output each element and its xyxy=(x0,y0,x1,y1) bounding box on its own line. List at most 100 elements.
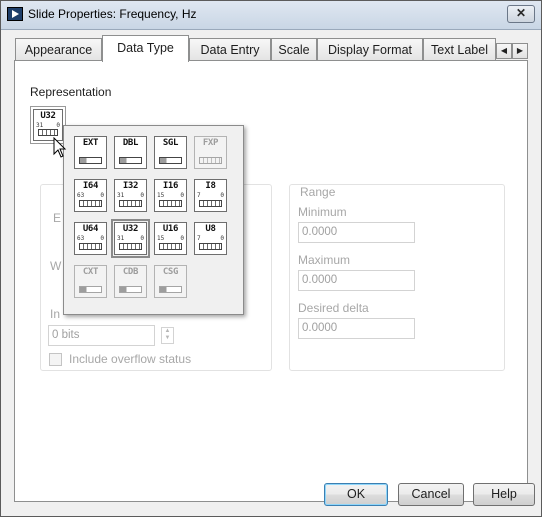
maximum-field[interactable]: 0.0000 xyxy=(298,270,415,291)
tab-data-entry[interactable]: Data Entry xyxy=(189,38,271,61)
tab-display-format[interactable]: Display Format xyxy=(317,38,423,61)
dialog-window: Slide Properties: Frequency, Hz ✕ Appear… xyxy=(0,0,542,517)
palette-tile-code: I32 xyxy=(122,181,139,191)
palette-tile-bits-low: 0 xyxy=(100,192,104,199)
palette-tile-bits-high: 31 xyxy=(117,192,125,199)
representation-bits: 31 0 xyxy=(36,122,60,129)
palette-tile-code: SGL xyxy=(162,138,179,148)
palette-tile-bits: 70 xyxy=(197,192,224,199)
spinner-icon[interactable]: ▲ ▼ xyxy=(161,327,174,344)
scroll-left-icon[interactable]: ◀ xyxy=(496,43,512,59)
palette-tile-bit-bar xyxy=(79,243,102,250)
palette-cxt-icon[interactable]: CXT xyxy=(74,265,107,298)
tab-data-type[interactable]: Data Type xyxy=(102,35,189,62)
palette-tile-code: FXP xyxy=(202,138,219,148)
palette-tile-bits-high: 15 xyxy=(157,192,165,199)
palette-ext-icon[interactable]: EXT xyxy=(74,136,107,169)
tab-appearance[interactable]: Appearance xyxy=(15,38,102,61)
include-overflow-label: Include overflow status xyxy=(69,352,192,366)
tab-text-labels[interactable]: Text Label xyxy=(423,38,496,61)
palette-tile-bit-bar xyxy=(199,157,222,164)
palette-u64-icon[interactable]: U64 63 0 xyxy=(74,222,107,255)
palette-tile-bits-low: 0 xyxy=(140,235,144,242)
palette-u16-icon[interactable]: U16 15 0 xyxy=(154,222,187,255)
palette-tile-code: U16 xyxy=(162,224,179,234)
palette-tile-bit-bar xyxy=(199,243,222,250)
palette-tile-code: U32 xyxy=(122,224,139,234)
palette-tile-code: EXT xyxy=(82,138,99,148)
palette-tile-bits-low: 0 xyxy=(100,235,104,242)
palette-tile-bit-bar xyxy=(159,157,182,164)
palette-sgl-icon[interactable]: SGL xyxy=(154,136,187,169)
palette-tile-bits-low: 0 xyxy=(140,192,144,199)
desired-delta-field[interactable]: 0.0000 xyxy=(298,318,415,339)
palette-i32-icon[interactable]: I32 31 0 xyxy=(114,179,147,212)
palette-tile-code: U8 xyxy=(205,224,216,234)
palette-tile-bit-bar xyxy=(199,200,222,207)
palette-tile-bits: 31 0 xyxy=(117,192,144,199)
palette-tile-bits-low: 0 xyxy=(220,192,224,199)
palette-tile-code: I64 xyxy=(82,181,99,191)
labview-app-icon xyxy=(7,7,23,21)
palette-tile-bits: 15 0 xyxy=(157,192,184,199)
palette-tile-bits-high: 7 xyxy=(197,235,201,242)
palette-tile-code: CDB xyxy=(122,267,139,277)
palette-tile-bits: 31 0 xyxy=(117,235,144,242)
palette-tile-bits-low: 0 xyxy=(220,235,224,242)
palette-tile-code: CXT xyxy=(82,267,99,277)
palette-tile-bit-bar xyxy=(119,157,142,164)
palette-u8-icon[interactable]: U8 7 0 xyxy=(194,222,227,255)
bits-field[interactable]: 0 bits xyxy=(48,325,155,346)
cancel-button[interactable]: Cancel xyxy=(398,483,464,506)
maximum-label: Maximum xyxy=(298,253,351,267)
palette-i64-icon[interactable]: I64 63 0 xyxy=(74,179,107,212)
representation-bits-high: 31 xyxy=(36,122,44,129)
palette-tile-bits: 15 0 xyxy=(157,235,184,242)
minimum-field[interactable]: 0.0000 xyxy=(298,222,415,243)
representation-bit-bar xyxy=(38,129,58,136)
palette-tile-bits: 63 0 xyxy=(77,235,104,242)
integer-length-label-partial: In xyxy=(50,307,61,321)
palette-tile-code: I16 xyxy=(162,181,179,191)
palette-u32-icon[interactable]: U32 31 0 xyxy=(111,219,150,258)
palette-tile-bit-bar xyxy=(119,286,142,293)
palette-tile-code: U64 xyxy=(82,224,99,234)
palette-dbl-icon[interactable]: DBL xyxy=(114,136,147,169)
palette-tile-bits-high: 15 xyxy=(157,235,165,242)
palette-tile-bit-bar xyxy=(159,243,182,250)
ok-button[interactable]: OK xyxy=(324,483,388,506)
title-bar[interactable]: Slide Properties: Frequency, Hz ✕ xyxy=(1,1,541,30)
palette-i8-icon[interactable]: I8 7 0 xyxy=(194,179,227,212)
palette-fxp-icon[interactable]: FXP xyxy=(194,136,227,169)
palette-i16-icon[interactable]: I16 15 0 xyxy=(154,179,187,212)
palette-tile-bits-high: 63 xyxy=(77,192,85,199)
palette-tile-bit-bar xyxy=(119,200,142,207)
encoding-label-partial: E xyxy=(53,211,62,225)
scroll-right-icon[interactable]: ▶ xyxy=(512,43,528,59)
palette-tile-bit-bar xyxy=(79,200,102,207)
mouse-pointer-icon xyxy=(53,137,67,158)
palette-tile-bits: 63 0 xyxy=(77,192,104,199)
palette-tile-bits: 70 xyxy=(197,235,224,242)
palette-tile-bits-low: 0 xyxy=(180,235,184,242)
tab-scale[interactable]: Scale xyxy=(271,38,317,61)
palette-tile-bits-low: 0 xyxy=(180,192,184,199)
palette-csg-icon[interactable]: CSG xyxy=(154,265,187,298)
minimum-label: Minimum xyxy=(298,205,347,219)
desired-delta-label: Desired delta xyxy=(298,301,369,315)
checkbox-icon[interactable] xyxy=(49,353,62,366)
word-length-label-partial: W xyxy=(50,259,62,273)
palette-tile-bit-bar xyxy=(119,243,142,250)
representation-code: U32 xyxy=(40,111,56,121)
palette-tile-bit-bar xyxy=(79,286,102,293)
help-button[interactable]: Help xyxy=(473,483,535,506)
representation-label: Representation xyxy=(30,85,112,99)
palette-tile-bits-high: 7 xyxy=(197,192,201,199)
close-button[interactable]: ✕ xyxy=(507,5,535,23)
palette-cdb-icon[interactable]: CDB xyxy=(114,265,147,298)
representation-palette: EXT DBL SGL FXP I64 63 0 I32 31 0 I16 15 0 I8 7 0 U64 63 0… xyxy=(63,125,244,315)
palette-tile-code: I8 xyxy=(205,181,216,191)
range-title: Range xyxy=(298,185,338,199)
palette-tile-code: CSG xyxy=(162,267,179,277)
palette-tile-bits-high: 31 xyxy=(117,235,125,242)
